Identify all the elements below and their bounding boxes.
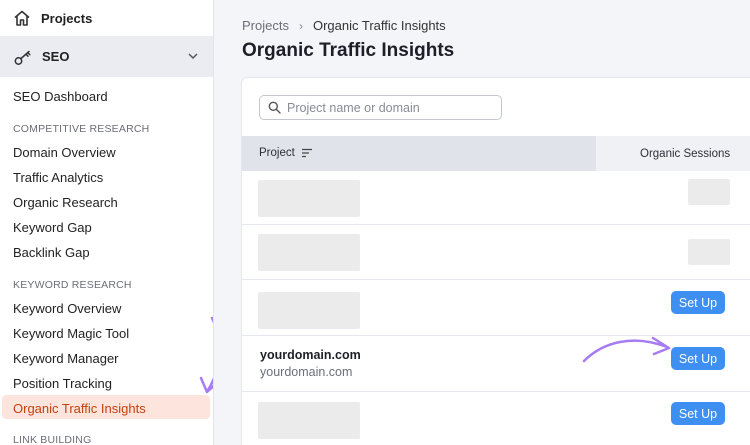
sidebar-projects-label: Projects <box>41 10 93 26</box>
search-input[interactable] <box>287 100 492 115</box>
placeholder-project <box>258 292 360 329</box>
sidebar-section-competitive: COMPETITIVE RESEARCH <box>13 123 150 135</box>
search-box[interactable] <box>259 95 502 120</box>
project-domain: yourdomain.com <box>260 365 353 379</box>
sidebar-item-organic-research[interactable]: Organic Research <box>13 195 118 211</box>
home-icon <box>14 10 30 26</box>
table-row <box>242 171 750 225</box>
sidebar: Projects SEO SEO Dashboard COMPETITIVE R… <box>0 0 214 445</box>
sidebar-item-keyword-magic-tool[interactable]: Keyword Magic Tool <box>13 326 129 342</box>
sidebar-section-link-building: LINK BUILDING <box>13 434 92 445</box>
main-content: Projects › Organic Traffic Insights Orga… <box>215 0 750 445</box>
column-organic-sessions: Organic Sessions <box>596 136 750 171</box>
table-header: Project Organic Sessions <box>242 136 750 171</box>
sidebar-seo-toggle[interactable]: SEO <box>0 36 213 77</box>
table-row: Set Up <box>242 392 750 445</box>
breadcrumb: Projects › Organic Traffic Insights <box>242 18 446 33</box>
breadcrumb-projects-link[interactable]: Projects <box>242 18 289 33</box>
sidebar-item-keyword-manager[interactable]: Keyword Manager <box>13 351 119 367</box>
key-icon <box>14 50 31 65</box>
annotation-arrow-down-icon <box>199 316 213 394</box>
placeholder-project <box>258 234 360 271</box>
placeholder-sessions <box>688 179 730 205</box>
sidebar-item-keyword-overview[interactable]: Keyword Overview <box>13 301 121 317</box>
column-project-label: Project <box>259 147 295 159</box>
sidebar-item-organic-traffic-insights[interactable]: Organic Traffic Insights <box>13 401 146 417</box>
sidebar-item-traffic-analytics[interactable]: Traffic Analytics <box>13 170 103 186</box>
placeholder-project <box>258 402 360 439</box>
sidebar-section-keyword: KEYWORD RESEARCH <box>13 279 132 291</box>
sidebar-seo-label: SEO <box>42 49 70 64</box>
placeholder-project <box>258 180 360 217</box>
sidebar-item-position-tracking[interactable]: Position Tracking <box>13 376 112 392</box>
page-title: Organic Traffic Insights <box>242 40 455 61</box>
column-project[interactable]: Project <box>259 147 313 159</box>
sidebar-projects[interactable]: Projects <box>0 0 213 36</box>
sidebar-item-seo-dashboard[interactable]: SEO Dashboard <box>13 89 108 105</box>
setup-button[interactable]: Set Up <box>671 291 725 314</box>
sidebar-item-backlink-gap[interactable]: Backlink Gap <box>13 245 90 261</box>
sidebar-item-domain-overview[interactable]: Domain Overview <box>13 145 116 161</box>
table-row-yourdomain: yourdomain.com yourdomain.com Set Up <box>242 336 750 392</box>
project-name[interactable]: yourdomain.com <box>260 348 361 362</box>
sort-icon[interactable] <box>301 148 313 158</box>
sidebar-item-keyword-gap[interactable]: Keyword Gap <box>13 220 92 236</box>
projects-card: Project Organic Sessions Set Up yourdoma… <box>241 77 750 445</box>
table-row: Set Up <box>242 280 750 336</box>
table-row <box>242 225 750 280</box>
breadcrumb-current: Organic Traffic Insights <box>312 18 446 33</box>
setup-button[interactable]: Set Up <box>671 402 725 425</box>
search-icon <box>268 101 281 114</box>
setup-button-yourdomain[interactable]: Set Up <box>671 347 725 370</box>
chevron-down-icon[interactable] <box>187 50 199 62</box>
chevron-right-icon: › <box>298 18 303 33</box>
placeholder-sessions <box>688 239 730 265</box>
